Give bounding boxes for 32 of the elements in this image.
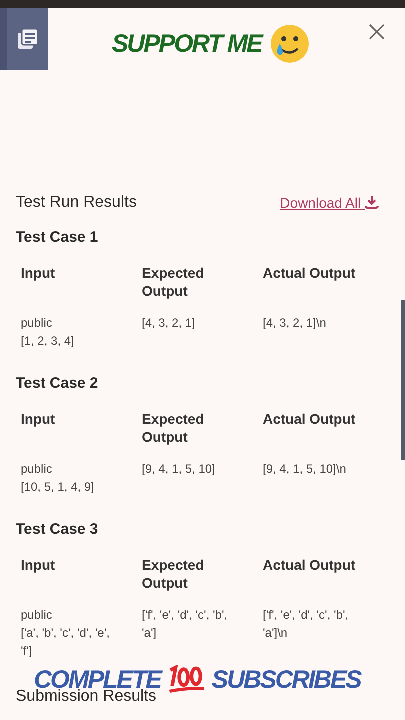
column-header: Input	[21, 556, 56, 574]
column-header: Actual Output	[263, 264, 357, 282]
overlay-caption: SUBSCRIBES	[212, 666, 361, 694]
test-case-title: Test Case 2	[16, 375, 100, 392]
section-title: Test Run Results	[16, 194, 137, 212]
table-cell-text: [9, 4, 1, 5, 10]	[142, 461, 216, 478]
test-case-title: Test Case 3	[16, 521, 100, 538]
document-icon	[16, 28, 38, 50]
column-header: Expected Output	[142, 410, 206, 446]
overlay-caption: SUPPORT ME	[112, 30, 262, 58]
test-case-title: Test Case 1	[16, 229, 100, 246]
column-header: Actual Output	[263, 410, 357, 428]
table-cell-text: [4, 3, 2, 1]	[142, 315, 196, 332]
hundred-points-icon	[166, 665, 206, 695]
table-cell-text: ['f', 'e', 'd', 'c', 'b', 'a']\n	[263, 607, 350, 642]
table-cell-text: ['f', 'e', 'd', 'c', 'b', 'a']	[142, 607, 229, 642]
table-cell-text: [9, 4, 1, 5, 10]\n	[263, 461, 348, 478]
table-cell-text: public [1, 2, 3, 4]	[21, 315, 76, 350]
column-header: Expected Output	[142, 264, 206, 300]
column-header: Input	[21, 264, 56, 282]
table-cell-text: public [10, 5, 1, 4, 9]	[21, 461, 96, 496]
scrollbar[interactable]	[401, 300, 405, 460]
download-icon	[365, 195, 379, 209]
table-cell-text: public ['a', 'b', 'c', 'd', 'e', 'f']	[21, 607, 111, 660]
table-cell-text: [4, 3, 2, 1]\n	[263, 315, 328, 332]
smiling-tear-face-icon	[270, 24, 310, 64]
column-header: Actual Output	[263, 556, 357, 574]
column-header: Input	[21, 410, 56, 428]
side-tab[interactable]	[0, 8, 48, 70]
download-link[interactable]: Download All	[280, 195, 379, 211]
column-header: Expected Output	[142, 556, 206, 592]
close-icon[interactable]	[369, 24, 385, 40]
